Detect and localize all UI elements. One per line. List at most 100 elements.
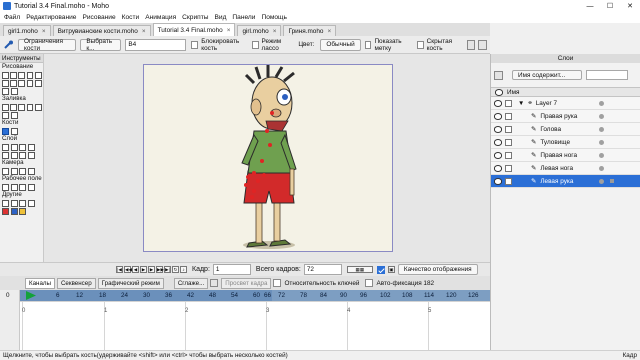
scale-layer-icon[interactable]	[19, 143, 26, 151]
set-origin-icon[interactable]	[2, 143, 9, 151]
eye-icon[interactable]	[494, 138, 502, 146]
lock-toggle[interactable]	[505, 151, 512, 159]
relative-keys-checkbox[interactable]: Относительность ключей	[273, 279, 359, 287]
insert-text-icon[interactable]	[10, 199, 18, 207]
doc-tab-active[interactable]: Tutorial 3.4 Final.moho ×	[152, 23, 236, 36]
layer-row[interactable]: ✎ Правая нога	[491, 149, 640, 162]
frame-ruler[interactable]: 6 12 18 24 30 36 42 48 54 60 66 72 78 84…	[20, 290, 490, 301]
maximize-button[interactable]: ☐	[600, 2, 620, 10]
prev-frame-icon[interactable]: ◀	[132, 266, 139, 273]
paint-bucket-icon[interactable]	[18, 103, 26, 111]
doc-tab[interactable]: girl.moho ×	[237, 25, 282, 36]
tab-channels[interactable]: Каналы	[25, 277, 55, 289]
hide-edge-icon[interactable]	[2, 111, 9, 119]
bone-layer-icon[interactable]	[19, 151, 26, 159]
menu-view[interactable]: Вид	[214, 14, 226, 21]
interp-icon[interactable]	[210, 279, 219, 287]
document-frame[interactable]	[143, 64, 393, 252]
menu-panels[interactable]: Панели	[232, 14, 255, 21]
line-width-icon[interactable]	[34, 103, 42, 111]
rotate-layer-icon[interactable]	[27, 143, 35, 151]
style-icon[interactable]	[19, 207, 26, 215]
lock-toggle[interactable]	[505, 164, 512, 172]
lasso-mode-checkbox[interactable]: Режим лассо	[251, 38, 293, 52]
eye-icon[interactable]	[494, 151, 502, 159]
lock-bone-checkbox[interactable]: Блокировать кость	[191, 38, 245, 52]
stroke-exposure-icon[interactable]	[10, 111, 18, 119]
shear-layer-icon[interactable]	[2, 151, 9, 159]
timeline-track[interactable]: 0 1 2 3 4 5	[20, 301, 490, 351]
close-button[interactable]: ✕	[620, 2, 640, 10]
layer-row[interactable]: ✎ Правая рука	[491, 110, 640, 123]
camera-track-icon[interactable]	[2, 167, 9, 175]
eraser-icon[interactable]	[34, 79, 42, 87]
workspace-pan-icon[interactable]	[2, 183, 9, 191]
orbit-icon[interactable]	[27, 183, 35, 191]
close-tab-icon[interactable]: ×	[273, 28, 277, 35]
smoothing-dropdown[interactable]: Сглаже...	[173, 277, 209, 289]
lock-toggle[interactable]	[505, 125, 512, 133]
layer-row[interactable]: ✎ Туловище	[491, 136, 640, 149]
prev-key-icon[interactable]: ◀◀	[124, 266, 132, 273]
eye-icon[interactable]	[494, 164, 502, 172]
eye-icon[interactable]	[494, 112, 502, 120]
last-frame-icon[interactable]: ▶|	[164, 266, 171, 273]
eye-icon[interactable]	[494, 99, 502, 107]
layer-row[interactable]: ✎ Голова	[491, 123, 640, 136]
color-swatch-icon[interactable]	[10, 207, 18, 215]
hand-icon[interactable]	[27, 199, 35, 207]
camera-zoom-icon[interactable]	[10, 167, 18, 175]
pen-icon[interactable]	[34, 71, 42, 79]
lock-toggle[interactable]	[505, 138, 512, 146]
next-key-icon[interactable]: ▶▶	[156, 266, 164, 273]
playhead-icon[interactable]	[25, 290, 37, 301]
lock-toggle[interactable]	[505, 99, 512, 107]
display-quality-dropdown[interactable]: Качество отображения	[397, 264, 478, 275]
tab-sequencer[interactable]: Секвенсер	[56, 277, 96, 289]
lock-toggle[interactable]	[505, 112, 512, 120]
frame-field[interactable]: 1	[212, 264, 251, 275]
delete-edge-icon[interactable]	[19, 199, 26, 207]
eyedropper-icon[interactable]	[2, 199, 9, 207]
sound-icon[interactable]: ♪	[180, 266, 187, 273]
workspace-zoom-icon[interactable]	[10, 183, 18, 191]
workspace-rotate-icon[interactable]	[19, 183, 26, 191]
menu-draw[interactable]: Рисование	[82, 14, 115, 21]
first-frame-icon[interactable]: |◀	[116, 266, 123, 273]
select-bone-dropdown[interactable]: Выбрать к...	[80, 38, 122, 52]
menu-animation[interactable]: Анимация	[145, 14, 176, 21]
show-label-checkbox[interactable]: Показать метку	[364, 38, 411, 52]
eye-icon[interactable]	[494, 177, 502, 185]
workspace-canvas[interactable]	[44, 54, 490, 262]
close-tab-icon[interactable]: ×	[42, 28, 46, 35]
tab-graph-mode[interactable]: Графический режим	[97, 277, 164, 289]
doc-tab[interactable]: Витрувианские кости.moho ×	[52, 25, 151, 36]
create-shape-icon[interactable]	[10, 103, 17, 111]
next-frame-icon[interactable]: ▶	[148, 266, 155, 273]
translate-layer-icon[interactable]	[10, 143, 18, 151]
layer-search-input[interactable]	[586, 70, 628, 80]
close-tab-icon[interactable]: ×	[227, 27, 231, 34]
layer-row[interactable]: ▼ ⚭ Layer 7	[491, 97, 640, 110]
camera-roll-icon[interactable]	[19, 167, 26, 175]
close-tab-icon[interactable]: ×	[142, 28, 146, 35]
transform-points-icon[interactable]	[10, 71, 17, 79]
noise-icon[interactable]	[10, 87, 18, 95]
minimize-button[interactable]: —	[580, 3, 600, 10]
new-layer-icon[interactable]	[494, 70, 503, 80]
layer-row[interactable]: ✎ Левая нога	[491, 162, 640, 175]
palette-icon[interactable]	[2, 207, 9, 215]
select-points-icon[interactable]	[2, 71, 9, 79]
display-icon[interactable]: ▣	[387, 266, 395, 273]
add-point-icon[interactable]	[18, 71, 26, 79]
onion-checkbox[interactable]	[376, 265, 385, 274]
camera-pan-icon[interactable]	[27, 167, 35, 175]
doc-tab[interactable]: Гриня.moho ×	[283, 25, 337, 36]
bone-option-icon[interactable]	[478, 39, 487, 50]
expand-icon[interactable]: ▼	[518, 100, 524, 107]
erase-fill-icon[interactable]	[26, 103, 34, 111]
menu-help[interactable]: Помощь	[261, 14, 286, 21]
name-filter-dropdown[interactable]: Имя содержит...	[512, 70, 582, 80]
bone-option-icon[interactable]	[466, 39, 476, 50]
close-tab-icon[interactable]: ×	[327, 28, 331, 35]
